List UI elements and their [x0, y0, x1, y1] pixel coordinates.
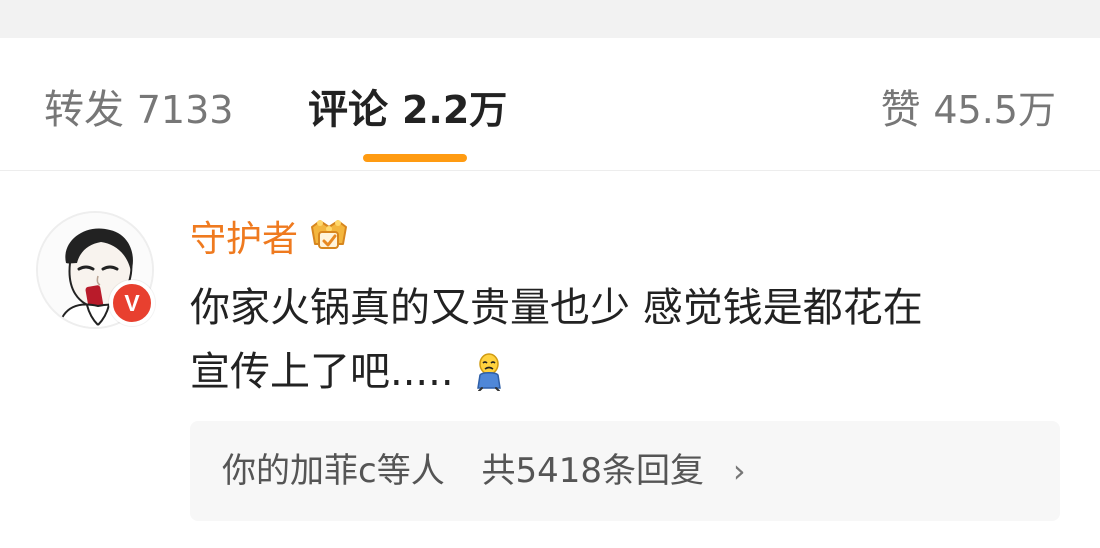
comment-body: 你家火锅真的又贵量也少 感觉钱是都花在 宣传上了吧..... [190, 276, 1050, 404]
chevron-right-icon: › [732, 452, 746, 490]
sad-face-emoji-icon [477, 353, 502, 391]
reply-summary[interactable]: 你的加菲c等人 共5418条回复 › [190, 421, 1060, 521]
comment-text-line-2-wrapper: 宣传上了吧..... [190, 340, 1050, 404]
comment-username[interactable]: 守护者 [190, 210, 298, 262]
weibo-comment-screen: 转发 7133 评论 2.2万 赞 45.5万 V 守护者 你家火锅真的又贵量也… [0, 0, 1100, 548]
comment-author: 守护者 [190, 211, 350, 261]
tab-repost-count: 7133 [136, 88, 234, 132]
tab-comments-label: 评论 [308, 87, 388, 133]
crown-badge-icon [311, 220, 348, 249]
tab-likes-count: 45.5万 [933, 88, 1056, 132]
tab-repost[interactable]: 转发 7133 [44, 82, 233, 138]
top-gap [0, 0, 1100, 38]
reply-count: 共5418条回复 [481, 451, 705, 491]
reply-user-names: 你的加菲c等人 [222, 451, 445, 491]
comment-text-line-2: 宣传上了吧..... [190, 349, 454, 395]
comment-text-line-1: 你家火锅真的又贵量也少 感觉钱是都花在 [190, 285, 923, 331]
active-tab-indicator [363, 154, 467, 162]
verified-badge-icon: V [109, 280, 155, 326]
tab-likes-label: 赞 [880, 87, 921, 133]
tab-comments[interactable]: 评论 2.2万 [308, 82, 507, 138]
tab-likes[interactable]: 赞 45.5万 [881, 82, 1056, 138]
reply-summary-text: 你的加菲c等人 共5418条回复 › [222, 443, 746, 499]
interaction-tabs: 转发 7133 评论 2.2万 赞 45.5万 [0, 38, 1100, 170]
tab-comments-count: 2.2万 [401, 88, 508, 132]
comment-item: V 守护者 你家火锅真的又贵量也少 感觉钱是都花在 宣传上了吧..... 你的加… [0, 171, 1100, 548]
tab-repost-label: 转发 [44, 87, 124, 133]
